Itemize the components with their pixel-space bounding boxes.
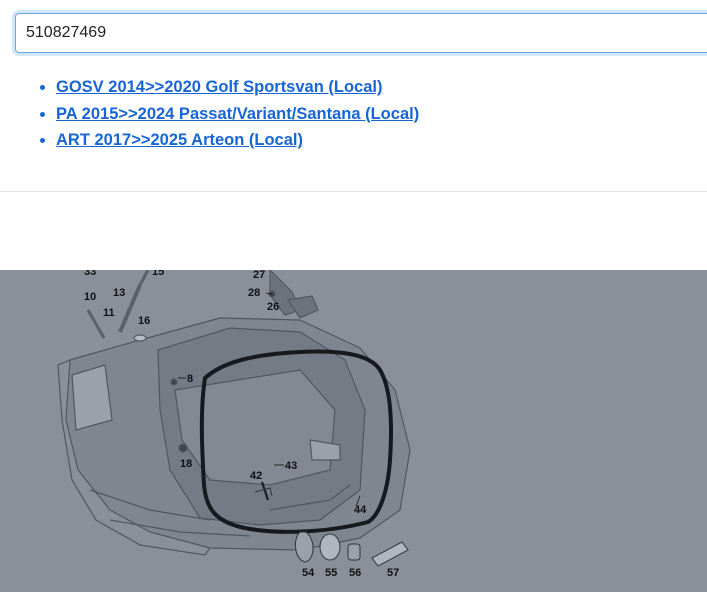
callout-26: 26 xyxy=(267,301,279,313)
callout-8: 8 xyxy=(187,373,193,385)
callout-27: 27 xyxy=(253,270,265,281)
result-link-art[interactable]: ART 2017>>2025 Arteon (Local) xyxy=(56,131,303,149)
list-item: PA 2015>>2024 Passat/Variant/Santana (Lo… xyxy=(56,101,419,128)
callout-16: 16 xyxy=(138,315,150,327)
result-link-pa[interactable]: PA 2015>>2024 Passat/Variant/Santana (Lo… xyxy=(56,105,419,123)
callout-54: 54 xyxy=(302,567,315,579)
callout-11: 11 xyxy=(103,307,115,319)
callout-10: 10 xyxy=(84,291,96,303)
search-results-list: GOSV 2014>>2020 Golf Sportsvan (Local) P… xyxy=(36,74,419,154)
callout-15: 15 xyxy=(152,270,164,278)
search-dropdown-panel: GOSV 2014>>2020 Golf Sportsvan (Local) P… xyxy=(0,0,707,270)
callout-43: 43 xyxy=(285,460,297,472)
result-link-gosv[interactable]: GOSV 2014>>2020 Golf Sportsvan (Local) xyxy=(56,78,382,96)
list-item: GOSV 2014>>2020 Golf Sportsvan (Local) xyxy=(56,74,419,101)
divider xyxy=(0,191,707,192)
callout-57: 57 xyxy=(387,567,399,579)
part-number-search-input[interactable] xyxy=(15,13,707,53)
parts-diagram: 33 15 10 13 11 16 27 28 26 8 18 42 43 44… xyxy=(0,270,707,592)
callout-44: 44 xyxy=(354,504,367,516)
callout-13: 13 xyxy=(113,287,125,299)
list-item: ART 2017>>2025 Arteon (Local) xyxy=(56,127,419,154)
callout-18: 18 xyxy=(180,458,192,470)
callout-56: 56 xyxy=(349,567,361,579)
callout-42: 42 xyxy=(250,470,262,482)
callout-28: 28 xyxy=(248,287,260,299)
callout-33: 33 xyxy=(84,270,96,278)
callout-55: 55 xyxy=(325,567,337,579)
